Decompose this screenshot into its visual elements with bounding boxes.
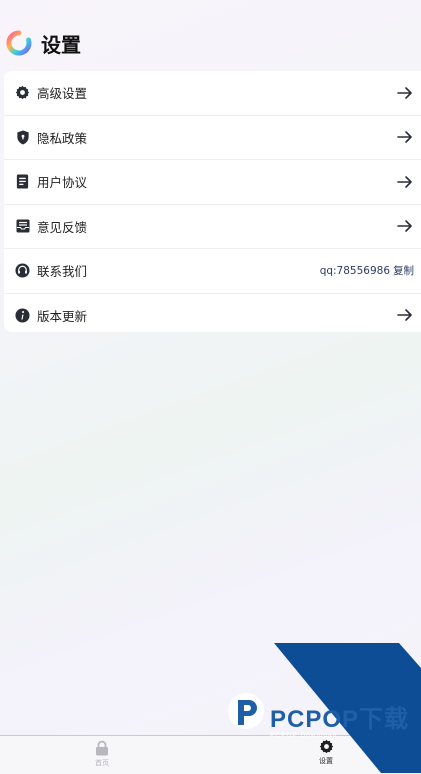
watermark-text: PCPOP下载 PCPOP Download bbox=[270, 699, 409, 739]
watermark-banner bbox=[228, 643, 421, 773]
watermark-logo-icon bbox=[228, 693, 264, 729]
gear-icon bbox=[319, 739, 333, 754]
tab-settings[interactable]: 设置 bbox=[296, 739, 356, 766]
watermark-brand-cn: 下载 bbox=[359, 706, 410, 733]
tab-settings-label: 设置 bbox=[319, 757, 333, 765]
watermark-brand: PCPOP bbox=[270, 706, 360, 733]
